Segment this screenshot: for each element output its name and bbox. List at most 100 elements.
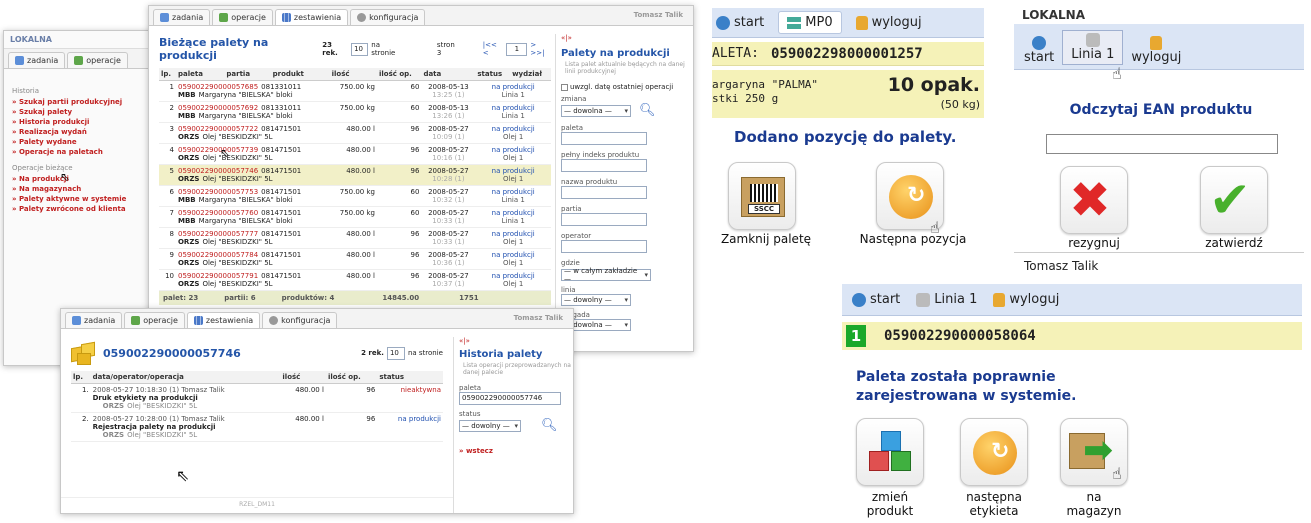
date-checkbox[interactable] — [561, 83, 568, 91]
table-row[interactable]: 9 059002290000057784 081471501 ORZS Olej "BE… — [159, 248, 551, 270]
close-pallet-button[interactable]: SSCC — [728, 162, 796, 230]
sidebar-link[interactable]: » Szukaj palety — [12, 108, 144, 116]
pager-next[interactable]: > >>| — [530, 41, 551, 57]
name-filter-input[interactable] — [561, 186, 647, 199]
column-header[interactable]: lp. — [71, 371, 91, 384]
search-icon[interactable]: 🔍︎ — [541, 418, 558, 433]
table-row[interactable]: 3 059002290000057722 081471501 ORZS Olej "BE… — [159, 122, 551, 144]
column-header[interactable]: lp. — [159, 68, 176, 81]
column-header[interactable]: ilość op. — [325, 371, 378, 384]
sidebar-link[interactable]: » Palety wydane — [12, 138, 144, 146]
tab-konfiguracja[interactable]: konfiguracja — [350, 9, 426, 25]
table-row[interactable]: 1 059002290000057685 081331011 MBB Margaryna… — [159, 80, 551, 102]
page-input[interactable]: 1 — [506, 42, 528, 56]
cancel-button[interactable]: ✖︎ — [1060, 166, 1128, 234]
table-row[interactable]: 6 059002290000057753 081471501 MBB Margaryna… — [159, 185, 551, 207]
next-label-button[interactable]: ↻︎ — [960, 418, 1028, 486]
table-row[interactable]: 1. 2008-05-27 10:18:30 (1) Tomasz Talik Dr… — [71, 383, 443, 413]
status-link[interactable]: na produkcji — [477, 167, 549, 175]
nav-start[interactable]: start — [716, 15, 764, 30]
status-select[interactable]: — dowolny — — [459, 419, 521, 432]
nav-start[interactable]: start — [852, 292, 900, 307]
nav-workstation[interactable]: MP0 — [778, 11, 842, 34]
pallet-code-link[interactable]: 059002290000057722 — [178, 125, 258, 133]
nav-logout[interactable]: wyloguj — [1131, 36, 1181, 65]
change-product-button[interactable] — [856, 418, 924, 486]
table-row[interactable]: 2. 2008-05-27 10:28:00 (1) Tomasz Talik Re… — [71, 412, 443, 442]
nav-start[interactable]: start — [1024, 36, 1054, 65]
status-link[interactable]: na produkcji — [477, 104, 549, 112]
pallet-code-link[interactable]: 059002290000057746 — [178, 167, 258, 175]
pallet-code-link[interactable]: 059002290000057739 — [178, 146, 258, 154]
status-link[interactable]: nieaktywna — [377, 383, 443, 413]
shift-select[interactable]: — dowolna — — [561, 104, 631, 117]
column-header[interactable]: produkt — [270, 68, 330, 81]
collapse-toggle[interactable]: «|» — [459, 337, 573, 345]
nav-logout[interactable]: wyloguj — [855, 15, 922, 30]
column-header[interactable]: paleta — [175, 68, 225, 81]
tab-zestawienia[interactable]: zestawienia — [274, 9, 349, 25]
status-link[interactable]: na produkcji — [477, 251, 549, 259]
pallet-code-link[interactable]: 059002290000057791 — [178, 272, 258, 280]
index-filter-input[interactable] — [561, 159, 647, 172]
nav-line[interactable]: Linia 1 — [1062, 30, 1124, 65]
status-link[interactable]: na produkcji — [477, 83, 549, 91]
line-select[interactable]: — dowolny — — [561, 294, 631, 306]
table-row[interactable]: 4 059002290000057739 081471501 ORZS Olej "BE… — [159, 143, 551, 165]
where-select[interactable]: — w całym zakładzie — — [561, 267, 651, 283]
pallet-code-link[interactable]: 059002290000057760 — [178, 209, 258, 217]
tab-operacje[interactable]: operacje — [124, 312, 185, 328]
status-link[interactable]: na produkcji — [477, 230, 549, 238]
status-link[interactable]: na produkcji — [477, 125, 549, 133]
sidebar-link[interactable]: » Operacje na paletach — [12, 148, 144, 156]
column-header[interactable]: ilość — [280, 371, 326, 384]
nav-line[interactable]: Linia 1 — [916, 292, 977, 307]
column-header[interactable]: status — [377, 371, 443, 384]
operator-filter-input[interactable] — [561, 240, 647, 253]
table-row[interactable]: 5 059002290000057746 081471501 ORZS Olej "BE… — [159, 164, 551, 186]
table-row[interactable]: 7 059002290000057760 081471501 MBB Margaryna… — [159, 206, 551, 228]
sidebar-link[interactable]: » Na produkcji — [12, 175, 144, 183]
per-page-input[interactable]: 10 — [386, 346, 405, 360]
column-header[interactable]: wydział — [510, 68, 551, 81]
sidebar-link[interactable]: » Szukaj partii produkcyjnej — [12, 98, 144, 106]
pallet-filter-input[interactable]: 059002290000057746 — [459, 392, 561, 405]
table-row[interactable]: 10 059002290000057791 081471501 ORZS Olej "B… — [159, 269, 551, 291]
back-link[interactable]: » wstecz — [459, 447, 573, 455]
pallet-code-link[interactable]: 059002290000057777 — [178, 230, 258, 238]
column-header[interactable]: ilość op. — [376, 68, 422, 81]
column-header[interactable]: status — [475, 68, 511, 81]
pallet-code-link[interactable]: 059002290000057753 — [178, 188, 258, 196]
pager-prev[interactable]: |<< < — [483, 41, 504, 57]
sidebar-link[interactable]: » Realizacja wydań — [12, 128, 144, 136]
column-header[interactable]: data/operator/operacja — [90, 371, 281, 384]
tab-zadania[interactable]: zadania — [153, 9, 211, 25]
sidebar-link[interactable]: » Palety zwrócone od klienta — [12, 205, 144, 213]
collapse-toggle[interactable]: «|» — [561, 34, 689, 42]
tab-operacje[interactable]: operacje — [67, 52, 128, 68]
column-header[interactable]: ilość — [329, 68, 377, 81]
sidebar-link[interactable]: » Na magazynach — [12, 185, 144, 193]
pallet-filter-input[interactable] — [561, 132, 647, 145]
status-link[interactable]: na produkcji — [477, 188, 549, 196]
confirm-button[interactable]: ✔︎ — [1200, 166, 1268, 234]
status-link[interactable]: na produkcji — [477, 146, 549, 154]
sidebar-link[interactable]: » Historia produkcji — [12, 118, 144, 126]
status-link[interactable]: na produkcji — [477, 209, 549, 217]
search-icon[interactable]: 🔍︎ — [639, 103, 656, 118]
tab-zestawienia[interactable]: zestawienia — [186, 312, 261, 328]
table-row[interactable]: 8 059002290000057777 081471501 ORZS Olej "BE… — [159, 227, 551, 249]
tab-konfiguracja[interactable]: konfiguracja — [262, 312, 338, 328]
status-link[interactable]: na produkcji — [377, 412, 443, 442]
table-row[interactable]: 2 059002290000057692 081331011 MBB Margaryna… — [159, 101, 551, 123]
per-page-input[interactable]: 10 — [351, 42, 369, 56]
pallet-code-link[interactable]: 059002290000057685 — [178, 83, 258, 91]
sidebar-link[interactable]: » Palety aktywne w systemie — [12, 195, 144, 203]
ean-input[interactable] — [1046, 134, 1278, 154]
column-header[interactable]: data — [421, 68, 476, 81]
tab-operacje[interactable]: operacje — [212, 9, 273, 25]
pallet-code-link[interactable]: 059002290000057692 — [178, 104, 258, 112]
column-header[interactable]: partia — [224, 68, 271, 81]
tab-zadania[interactable]: zadania — [65, 312, 123, 328]
status-link[interactable]: na produkcji — [477, 272, 549, 280]
